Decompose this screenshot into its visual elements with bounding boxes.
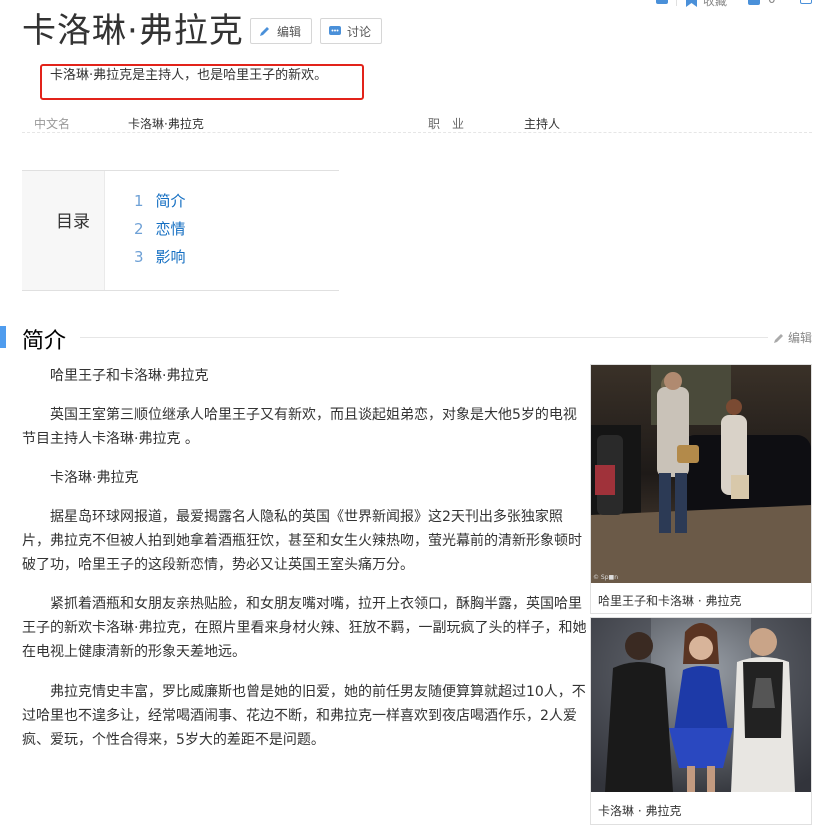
catalog-item-number: 3 <box>134 248 144 266</box>
paragraph-intro: 英国王室第三顺位继承人哈里王子又有新欢，而且谈起姐弟恋，对象是大他5岁的电视节目… <box>22 407 577 447</box>
catalog-item-intro[interactable]: 1 简介 <box>134 190 186 211</box>
edit-button-label: 编辑 <box>277 24 302 39</box>
chat-bubble-icon <box>329 26 341 35</box>
paragraph-photos: 紧抓着酒瓶和女朋友亲热贴脸，和女朋友嘴对嘴，拉开上衣领口，酥胸半露，英国哈里王子… <box>22 596 587 660</box>
catalog-item-number: 1 <box>134 192 144 210</box>
bookmark-icon <box>686 0 697 7</box>
discuss-button-label: 讨论 <box>347 24 372 39</box>
section-edit-label: 编辑 <box>788 331 813 345</box>
toolbar-divider <box>676 0 677 6</box>
catalog-item-label: 影响 <box>155 248 186 266</box>
edit-button[interactable]: 编辑 <box>250 18 312 44</box>
picture-card-1[interactable]: © Sp■n 哈里王子和卡洛琳 · 弗拉克 <box>590 364 812 614</box>
basic-info-label-name: 中文名 <box>34 117 71 131</box>
section-accent-bar <box>0 326 6 348</box>
highlight-box <box>40 64 364 100</box>
section-edit-button[interactable]: 编辑 <box>773 329 812 346</box>
collect-button[interactable]: 收藏 <box>686 0 727 9</box>
basic-info-divider <box>22 132 812 133</box>
catalog-item-number: 2 <box>134 220 144 238</box>
catalog-item-romance[interactable]: 2 恋情 <box>134 218 186 239</box>
like-icon <box>748 0 760 5</box>
discuss-button[interactable]: 讨论 <box>320 18 382 44</box>
photo-credit: © Sp■n <box>593 574 618 581</box>
collect-label: 收藏 <box>703 0 728 8</box>
paragraph-report: 据星岛环球网报道，最爱揭露名人隐私的英国《世界新闻报》这2天刊出多张独家照片，弗… <box>22 509 582 573</box>
add-icon[interactable] <box>656 0 668 4</box>
paragraph-caption-1: 哈里王子和卡洛琳·弗拉克 <box>50 368 209 384</box>
paragraph-caption-2: 卡洛琳·弗拉克 <box>50 470 139 486</box>
share-icon[interactable] <box>800 0 812 4</box>
portrait-photo-image <box>591 618 811 792</box>
top-toolbar: 收藏 0 <box>650 0 814 8</box>
catalog-item-label: 简介 <box>155 192 186 210</box>
page-title: 卡洛琳·弗拉克 <box>22 11 244 51</box>
paragraph-history: 弗拉克情史丰富，罗比威廉斯也曾是她的旧爱，她的前任男友随便算算就超过10人，不过… <box>22 684 586 748</box>
basic-info-value-occupation: 主持人 <box>524 117 561 131</box>
section-title: 简介 <box>22 329 67 354</box>
catalog: 目录 1 简介 2 恋情 3 影响 <box>22 170 339 291</box>
street-photo: © Sp■n <box>591 365 811 583</box>
picture-caption-2: 卡洛琳 · 弗拉克 <box>598 804 682 818</box>
pencil-icon <box>260 27 269 36</box>
basic-info-label-occupation: 职 业 <box>428 117 465 131</box>
basic-info-value-name: 卡洛琳·弗拉克 <box>128 117 204 131</box>
like-button[interactable]: 0 <box>748 0 776 6</box>
section-divider <box>80 337 768 338</box>
like-count: 0 <box>768 0 776 6</box>
catalog-title: 目录 <box>56 212 90 232</box>
portrait-photo <box>591 618 811 792</box>
street-photo-image: © Sp■n <box>591 365 811 583</box>
catalog-item-label: 恋情 <box>155 220 186 238</box>
pencil-icon <box>774 333 783 343</box>
picture-caption-1: 哈里王子和卡洛琳 · 弗拉克 <box>598 594 742 608</box>
catalog-item-impact[interactable]: 3 影响 <box>134 246 186 267</box>
picture-card-2[interactable]: 卡洛琳 · 弗拉克 <box>590 617 812 825</box>
